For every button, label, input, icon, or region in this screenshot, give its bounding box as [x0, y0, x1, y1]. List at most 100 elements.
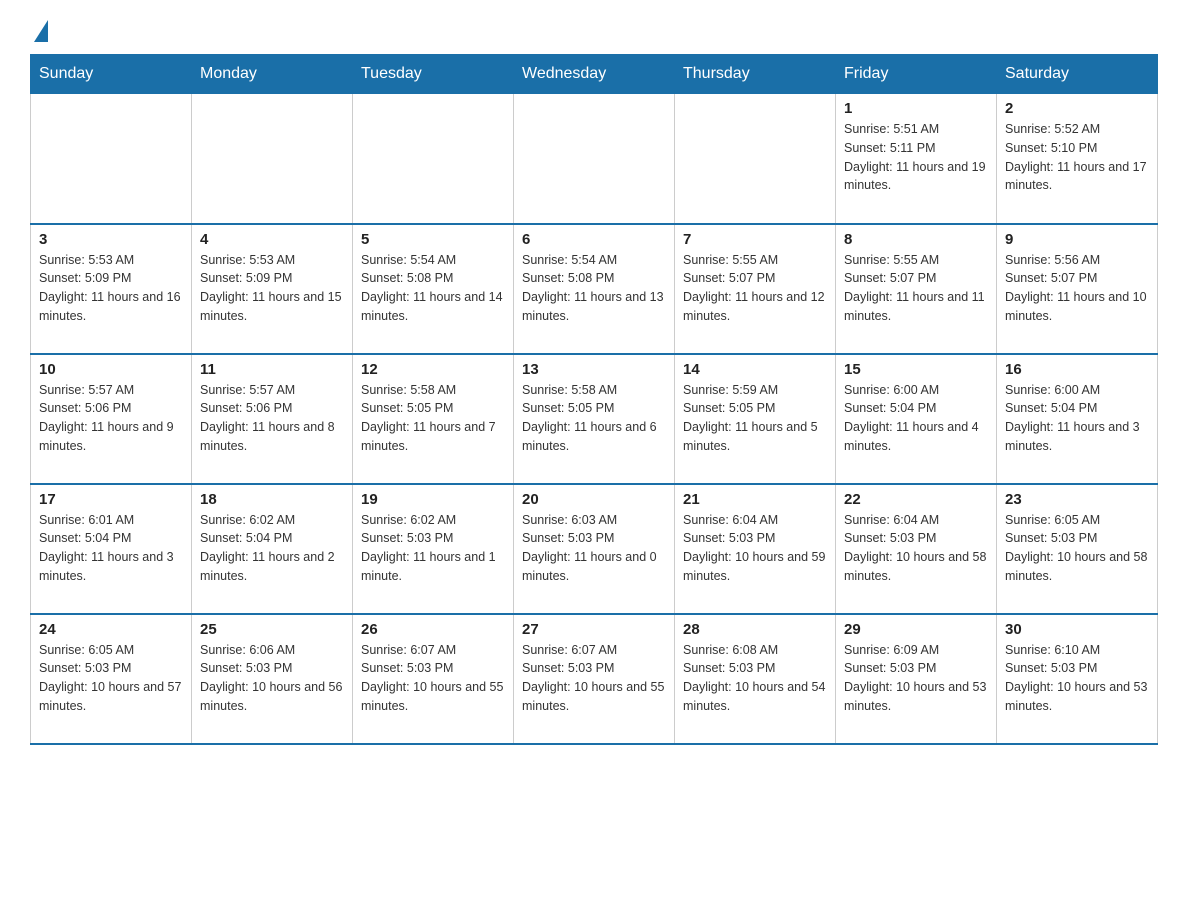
- day-number: 27: [522, 621, 666, 638]
- calendar-cell: 18 Sunrise: 6:02 AM Sunset: 5:04 PM Dayli…: [192, 484, 353, 614]
- calendar-cell: 27 Sunrise: 6:07 AM Sunset: 5:03 PM Dayli…: [514, 614, 675, 744]
- weekday-header-monday: Monday: [192, 55, 353, 94]
- day-info: Sunrise: 5:57 AM Sunset: 5:06 PM Dayligh…: [39, 381, 183, 456]
- day-number: 30: [1005, 621, 1149, 638]
- day-number: 24: [39, 621, 183, 638]
- day-info: Sunrise: 5:55 AM Sunset: 5:07 PM Dayligh…: [683, 251, 827, 326]
- calendar-table: SundayMondayTuesdayWednesdayThursdayFrid…: [30, 54, 1158, 745]
- calendar-cell: 22 Sunrise: 6:04 AM Sunset: 5:03 PM Dayli…: [836, 484, 997, 614]
- day-number: 23: [1005, 491, 1149, 508]
- day-info: Sunrise: 6:02 AM Sunset: 5:04 PM Dayligh…: [200, 511, 344, 586]
- day-number: 22: [844, 491, 988, 508]
- calendar-cell: [353, 94, 514, 224]
- day-number: 26: [361, 621, 505, 638]
- day-info: Sunrise: 6:09 AM Sunset: 5:03 PM Dayligh…: [844, 641, 988, 716]
- calendar-week-row: 17Sunrise: 6:01 AM Sunset: 5:04 PM Dayli…: [31, 484, 1158, 614]
- weekday-header-sunday: Sunday: [31, 55, 192, 94]
- calendar-cell: 19 Sunrise: 6:02 AM Sunset: 5:03 PM Dayli…: [353, 484, 514, 614]
- calendar-cell: 20Sunrise: 6:03 AM Sunset: 5:03 PM Dayli…: [514, 484, 675, 614]
- day-info: Sunrise: 5:56 AM Sunset: 5:07 PM Dayligh…: [1005, 251, 1149, 326]
- day-number: 11: [200, 361, 344, 378]
- calendar-cell: [31, 94, 192, 224]
- day-number: 2: [1005, 100, 1149, 117]
- day-info: Sunrise: 5:51 AM Sunset: 5:11 PM Dayligh…: [844, 120, 988, 195]
- day-info: Sunrise: 5:54 AM Sunset: 5:08 PM Dayligh…: [522, 251, 666, 326]
- day-info: Sunrise: 6:05 AM Sunset: 5:03 PM Dayligh…: [39, 641, 183, 716]
- day-number: 16: [1005, 361, 1149, 378]
- day-info: Sunrise: 5:57 AM Sunset: 5:06 PM Dayligh…: [200, 381, 344, 456]
- day-info: Sunrise: 5:55 AM Sunset: 5:07 PM Dayligh…: [844, 251, 988, 326]
- calendar-cell: 10 Sunrise: 5:57 AM Sunset: 5:06 PM Dayli…: [31, 354, 192, 484]
- calendar-cell: 17Sunrise: 6:01 AM Sunset: 5:04 PM Dayli…: [31, 484, 192, 614]
- calendar-cell: 24 Sunrise: 6:05 AM Sunset: 5:03 PM Dayli…: [31, 614, 192, 744]
- calendar-week-row: 3 Sunrise: 5:53 AM Sunset: 5:09 PM Daylig…: [31, 224, 1158, 354]
- day-number: 14: [683, 361, 827, 378]
- day-number: 4: [200, 231, 344, 248]
- day-info: Sunrise: 6:07 AM Sunset: 5:03 PM Dayligh…: [522, 641, 666, 716]
- day-number: 10: [39, 361, 183, 378]
- day-number: 13: [522, 361, 666, 378]
- day-number: 28: [683, 621, 827, 638]
- day-number: 7: [683, 231, 827, 248]
- calendar-cell: 29Sunrise: 6:09 AM Sunset: 5:03 PM Dayli…: [836, 614, 997, 744]
- day-info: Sunrise: 5:53 AM Sunset: 5:09 PM Dayligh…: [39, 251, 183, 326]
- calendar-cell: 16 Sunrise: 6:00 AM Sunset: 5:04 PM Dayli…: [997, 354, 1158, 484]
- calendar-cell: 11 Sunrise: 5:57 AM Sunset: 5:06 PM Dayli…: [192, 354, 353, 484]
- day-info: Sunrise: 6:04 AM Sunset: 5:03 PM Dayligh…: [683, 511, 827, 586]
- weekday-header-wednesday: Wednesday: [514, 55, 675, 94]
- calendar-cell: 25Sunrise: 6:06 AM Sunset: 5:03 PM Dayli…: [192, 614, 353, 744]
- day-info: Sunrise: 5:54 AM Sunset: 5:08 PM Dayligh…: [361, 251, 505, 326]
- calendar-cell: [675, 94, 836, 224]
- logo: [30, 20, 48, 42]
- calendar-cell: [192, 94, 353, 224]
- calendar-cell: 8 Sunrise: 5:55 AM Sunset: 5:07 PM Daylig…: [836, 224, 997, 354]
- day-number: 1: [844, 100, 988, 117]
- day-info: Sunrise: 6:07 AM Sunset: 5:03 PM Dayligh…: [361, 641, 505, 716]
- weekday-header-friday: Friday: [836, 55, 997, 94]
- day-number: 18: [200, 491, 344, 508]
- logo-triangle-icon: [34, 20, 48, 42]
- day-info: Sunrise: 6:08 AM Sunset: 5:03 PM Dayligh…: [683, 641, 827, 716]
- page-header: [30, 20, 1158, 42]
- calendar-cell: 1 Sunrise: 5:51 AM Sunset: 5:11 PM Daylig…: [836, 94, 997, 224]
- calendar-cell: 26 Sunrise: 6:07 AM Sunset: 5:03 PM Dayli…: [353, 614, 514, 744]
- day-info: Sunrise: 6:04 AM Sunset: 5:03 PM Dayligh…: [844, 511, 988, 586]
- weekday-header-thursday: Thursday: [675, 55, 836, 94]
- day-info: Sunrise: 6:03 AM Sunset: 5:03 PM Dayligh…: [522, 511, 666, 586]
- calendar-cell: 28 Sunrise: 6:08 AM Sunset: 5:03 PM Dayli…: [675, 614, 836, 744]
- calendar-cell: 4Sunrise: 5:53 AM Sunset: 5:09 PM Daylig…: [192, 224, 353, 354]
- day-number: 15: [844, 361, 988, 378]
- calendar-week-row: 24 Sunrise: 6:05 AM Sunset: 5:03 PM Dayli…: [31, 614, 1158, 744]
- calendar-week-row: 10 Sunrise: 5:57 AM Sunset: 5:06 PM Dayli…: [31, 354, 1158, 484]
- calendar-cell: 15Sunrise: 6:00 AM Sunset: 5:04 PM Dayli…: [836, 354, 997, 484]
- day-info: Sunrise: 5:59 AM Sunset: 5:05 PM Dayligh…: [683, 381, 827, 456]
- day-number: 19: [361, 491, 505, 508]
- day-info: Sunrise: 6:05 AM Sunset: 5:03 PM Dayligh…: [1005, 511, 1149, 586]
- calendar-cell: 23 Sunrise: 6:05 AM Sunset: 5:03 PM Dayli…: [997, 484, 1158, 614]
- day-number: 25: [200, 621, 344, 638]
- weekday-header-tuesday: Tuesday: [353, 55, 514, 94]
- day-info: Sunrise: 6:00 AM Sunset: 5:04 PM Dayligh…: [1005, 381, 1149, 456]
- calendar-cell: 7 Sunrise: 5:55 AM Sunset: 5:07 PM Daylig…: [675, 224, 836, 354]
- day-info: Sunrise: 5:58 AM Sunset: 5:05 PM Dayligh…: [361, 381, 505, 456]
- day-number: 21: [683, 491, 827, 508]
- day-info: Sunrise: 6:10 AM Sunset: 5:03 PM Dayligh…: [1005, 641, 1149, 716]
- calendar-cell: 5Sunrise: 5:54 AM Sunset: 5:08 PM Daylig…: [353, 224, 514, 354]
- day-info: Sunrise: 5:52 AM Sunset: 5:10 PM Dayligh…: [1005, 120, 1149, 195]
- calendar-cell: [514, 94, 675, 224]
- calendar-cell: 6 Sunrise: 5:54 AM Sunset: 5:08 PM Daylig…: [514, 224, 675, 354]
- day-number: 12: [361, 361, 505, 378]
- calendar-cell: 12 Sunrise: 5:58 AM Sunset: 5:05 PM Dayli…: [353, 354, 514, 484]
- calendar-cell: 9 Sunrise: 5:56 AM Sunset: 5:07 PM Daylig…: [997, 224, 1158, 354]
- day-number: 9: [1005, 231, 1149, 248]
- calendar-cell: 21 Sunrise: 6:04 AM Sunset: 5:03 PM Dayli…: [675, 484, 836, 614]
- day-number: 3: [39, 231, 183, 248]
- day-info: Sunrise: 6:01 AM Sunset: 5:04 PM Dayligh…: [39, 511, 183, 586]
- weekday-header-saturday: Saturday: [997, 55, 1158, 94]
- day-number: 6: [522, 231, 666, 248]
- day-info: Sunrise: 6:02 AM Sunset: 5:03 PM Dayligh…: [361, 511, 505, 586]
- calendar-cell: 14 Sunrise: 5:59 AM Sunset: 5:05 PM Dayli…: [675, 354, 836, 484]
- day-number: 8: [844, 231, 988, 248]
- calendar-cell: 30 Sunrise: 6:10 AM Sunset: 5:03 PM Dayli…: [997, 614, 1158, 744]
- calendar-week-row: 1 Sunrise: 5:51 AM Sunset: 5:11 PM Daylig…: [31, 94, 1158, 224]
